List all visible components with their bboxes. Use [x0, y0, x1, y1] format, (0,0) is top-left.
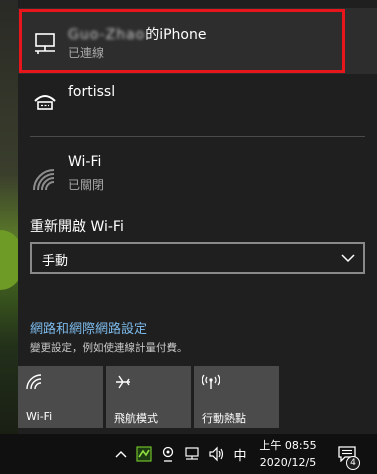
network-item-fortissl[interactable]: fortissl: [18, 76, 377, 126]
clock-date: 2020/12/5: [259, 456, 317, 469]
network-item-wifi[interactable]: Wi-Fi 已關閉: [18, 148, 377, 200]
network-flyout: Guo-Zhao的iPhone 已連線 fortissl Wi-Fi 已關閉 重…: [18, 0, 377, 434]
tray-network-button[interactable]: [182, 434, 202, 474]
tray-camera-button[interactable]: [158, 434, 178, 474]
wifi-icon: [33, 169, 55, 191]
notification-count-badge: 4: [346, 456, 360, 470]
input-method-indicator[interactable]: 中: [230, 434, 250, 474]
clock[interactable]: 上午 08:55 2020/12/5: [252, 434, 324, 474]
network-settings-link[interactable]: 網路和網際網路設定: [30, 318, 147, 337]
clock-time: 上午 08:55: [259, 439, 317, 452]
dropdown-value: 手動: [42, 254, 69, 269]
tile-label: 行動熱點: [202, 412, 246, 425]
redacted-name: Guo-Zhao: [68, 27, 146, 43]
taskbar: 中 上午 08:55 2020/12/5: [0, 434, 377, 474]
wifi-icon: [26, 374, 42, 390]
network-status: 已關閉: [68, 178, 105, 192]
chevron-up-icon: [115, 451, 127, 458]
ethernet-icon: [35, 33, 55, 54]
show-hidden-icons-button[interactable]: [112, 434, 130, 474]
tile-label: Wi-Fi: [26, 410, 53, 423]
quick-action-wifi[interactable]: Wi-Fi: [18, 366, 103, 428]
divider: [30, 136, 365, 137]
camera-icon: [162, 446, 174, 462]
airplane-icon: [116, 375, 130, 389]
tile-label: 飛航模式: [114, 412, 158, 425]
tray-app-button[interactable]: [134, 434, 154, 474]
speaker-icon: [209, 446, 224, 462]
quick-action-airplane-mode[interactable]: 飛航模式: [106, 366, 191, 428]
network-name: fortissl: [68, 84, 116, 100]
network-status: 已連線: [68, 46, 105, 60]
ethernet-icon: [185, 447, 199, 460]
wifi-restart-label: 重新開啟 Wi-Fi: [30, 219, 124, 235]
tray-volume-button[interactable]: [206, 434, 228, 474]
network-name: Guo-Zhao的iPhone: [68, 24, 206, 44]
network-item-iphone[interactable]: Guo-Zhao的iPhone 已連線: [18, 8, 377, 74]
hotspot-icon: [202, 374, 220, 389]
app-tray-icon: [136, 446, 152, 462]
network-name: Wi-Fi: [68, 154, 102, 170]
wifi-restart-dropdown[interactable]: 手動: [30, 242, 365, 274]
quick-action-hotspot[interactable]: 行動熱點: [194, 366, 279, 428]
network-name-suffix: 的iPhone: [145, 27, 207, 43]
vpn-dialup-icon: [34, 95, 56, 110]
chevron-down-icon: [341, 254, 355, 263]
network-settings-description: 變更設定，例如使連線計量付費。: [30, 342, 188, 354]
